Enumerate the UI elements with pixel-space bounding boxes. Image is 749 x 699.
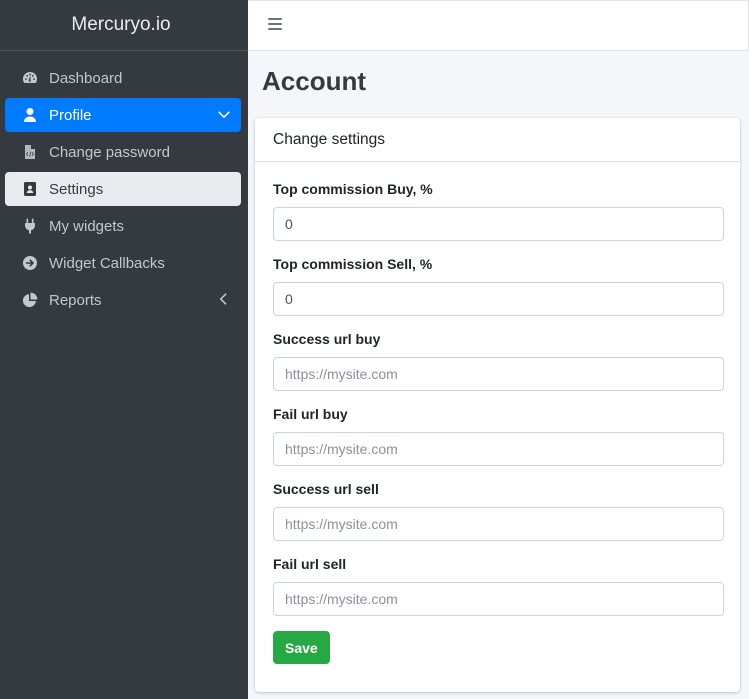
save-button[interactable]: Save: [273, 631, 330, 664]
sidebar-item-label: Change password: [49, 143, 170, 161]
sidebar-item-widget-callbacks[interactable]: Widget Callbacks: [5, 246, 241, 280]
hamburger-menu-icon[interactable]: [268, 18, 282, 32]
brand-logo[interactable]: Mercuryo.io: [0, 0, 248, 51]
top-commission-buy-input[interactable]: [273, 207, 724, 241]
form-group-success-url-buy: Success url buy: [273, 331, 724, 391]
arrow-circle-right-icon: [22, 255, 38, 271]
sidebar-item-settings[interactable]: Settings: [5, 172, 241, 206]
sidebar-item-dashboard[interactable]: Dashboard: [5, 61, 241, 95]
card-header: Change settings: [255, 118, 740, 162]
user-icon: [22, 107, 38, 123]
field-label: Fail url buy: [273, 406, 348, 422]
sidebar-nav: Dashboard Profile Change password Settin…: [0, 51, 248, 317]
field-label: Success url sell: [273, 481, 379, 497]
settings-form: Top commission Buy, % Top commission Sel…: [255, 162, 740, 664]
address-card-icon: [22, 181, 38, 197]
top-navbar: [248, 0, 749, 51]
form-group-fail-url-sell: Fail url sell: [273, 556, 724, 616]
success-url-buy-input[interactable]: [273, 357, 724, 391]
sidebar-item-label: My widgets: [49, 217, 125, 235]
sidebar: Mercuryo.io Dashboard Profile Change pas…: [0, 0, 248, 699]
pie-chart-icon: [22, 292, 38, 308]
form-group-fail-url-buy: Fail url buy: [273, 406, 724, 466]
settings-card: Change settings Top commission Buy, % To…: [255, 118, 740, 692]
sidebar-item-reports[interactable]: Reports: [5, 283, 241, 317]
form-group-top-commission-buy: Top commission Buy, %: [273, 181, 724, 241]
form-group-success-url-sell: Success url sell: [273, 481, 724, 541]
top-commission-sell-input[interactable]: [273, 282, 724, 316]
field-label: Success url buy: [273, 331, 381, 347]
sidebar-item-label: Dashboard: [49, 69, 123, 87]
sidebar-item-label: Settings: [49, 180, 104, 198]
sidebar-item-label: Profile: [49, 106, 92, 124]
file-code-icon: [22, 144, 38, 160]
fail-url-sell-input[interactable]: [273, 582, 724, 616]
sidebar-item-label: Widget Callbacks: [49, 254, 165, 272]
sidebar-item-change-password[interactable]: Change password: [5, 135, 241, 169]
sidebar-item-profile[interactable]: Profile: [5, 98, 241, 132]
chevron-left-icon: [217, 292, 231, 306]
fail-url-buy-input[interactable]: [273, 432, 724, 466]
field-label: Fail url sell: [273, 556, 347, 572]
success-url-sell-input[interactable]: [273, 507, 724, 541]
page-title: Account: [262, 66, 366, 96]
chevron-down-icon: [217, 107, 231, 121]
sidebar-item-label: Reports: [49, 291, 102, 309]
sidebar-item-my-widgets[interactable]: My widgets: [5, 209, 241, 243]
field-label: Top commission Buy, %: [273, 181, 433, 197]
plug-icon: [22, 218, 38, 234]
field-label: Top commission Sell, %: [273, 256, 433, 272]
form-group-top-commission-sell: Top commission Sell, %: [273, 256, 724, 316]
tachometer-icon: [22, 70, 38, 86]
